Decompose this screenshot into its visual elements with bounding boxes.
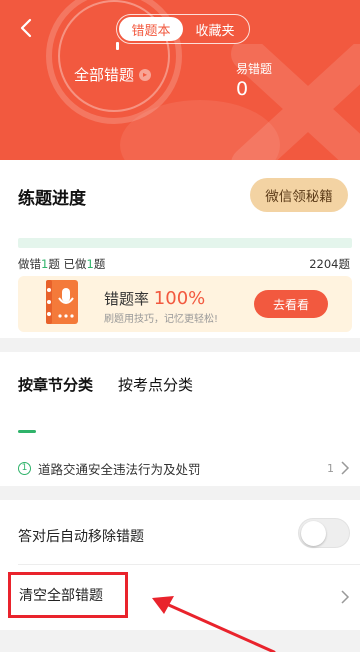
ring-marker xyxy=(116,42,119,50)
tab-wrong-book[interactable]: 错题本 xyxy=(119,17,183,41)
done-unit: 题 xyxy=(93,257,106,271)
chevron-right-icon: ▸ xyxy=(139,68,152,81)
all-wrong-link[interactable]: 全部错题 ▸ xyxy=(74,64,152,85)
progress-bar xyxy=(18,238,352,248)
go-see-button[interactable]: 去看看 xyxy=(254,290,328,318)
item-title: 道路交通安全违法行为及处罚 xyxy=(38,461,201,477)
chevron-left-icon xyxy=(20,18,32,38)
total-questions: 2204题 xyxy=(309,257,350,271)
toggle-knob xyxy=(301,521,326,546)
tab-favorites[interactable]: 收藏夹 xyxy=(183,17,247,41)
auto-remove-label: 答对后自动移除错题 xyxy=(18,529,144,545)
promo-tip: 刷题用技巧，记忆更轻松! xyxy=(104,314,219,325)
item-count: 1 xyxy=(327,461,334,475)
divider xyxy=(18,564,360,565)
wrong-prefix: 做错 xyxy=(18,257,41,271)
easy-wrong-count[interactable]: 0 xyxy=(236,78,248,100)
back-button[interactable] xyxy=(12,14,40,42)
clear-all-wrong-button[interactable]: 清空全部错题 xyxy=(8,572,128,618)
header-tabs: 错题本 收藏夹 xyxy=(116,14,250,44)
error-rate-value: 100% xyxy=(153,288,206,309)
item-index: 1 xyxy=(18,461,31,475)
error-rate: 错题率 100% xyxy=(104,288,205,309)
list-item[interactable]: 1 道路交通安全违法行为及处罚 1 xyxy=(0,454,360,482)
header: 错题本 收藏夹 全部错题 ▸ 易错题 0 xyxy=(0,0,360,160)
done-prefix: 已做 xyxy=(63,257,87,271)
error-rate-label: 错题率 xyxy=(104,290,150,308)
progress-title: 练题进度 xyxy=(18,189,86,209)
done-count: 1 xyxy=(86,257,94,271)
tab-by-chapter[interactable]: 按章节分类 xyxy=(18,374,93,395)
wechat-secret-button[interactable]: 微信领秘籍 xyxy=(250,178,348,212)
progress-card: 练题进度 微信领秘籍 做错1题 已做1题 2204题 错题率 100% 刷题用技… xyxy=(0,160,360,338)
active-tab-indicator xyxy=(18,430,36,433)
annotation-arrow xyxy=(152,596,276,652)
progress-stats: 做错1题 已做1题 xyxy=(18,256,105,272)
chevron-right-icon xyxy=(341,461,350,475)
all-wrong-label: 全部错题 xyxy=(74,66,135,84)
wrong-book-icon xyxy=(46,280,78,324)
wrong-unit: 题 xyxy=(48,257,60,271)
category-card: 按章节分类 按考点分类 1 道路交通安全违法行为及处罚 1 xyxy=(0,352,360,486)
error-rate-banner[interactable]: 错题率 100% 刷题用技巧，记忆更轻松! 去看看 xyxy=(18,276,352,332)
tab-by-topic[interactable]: 按考点分类 xyxy=(118,374,193,395)
chevron-right-icon xyxy=(341,590,350,604)
easy-wrong-label[interactable]: 易错题 xyxy=(236,60,272,77)
auto-remove-toggle[interactable] xyxy=(298,518,350,548)
